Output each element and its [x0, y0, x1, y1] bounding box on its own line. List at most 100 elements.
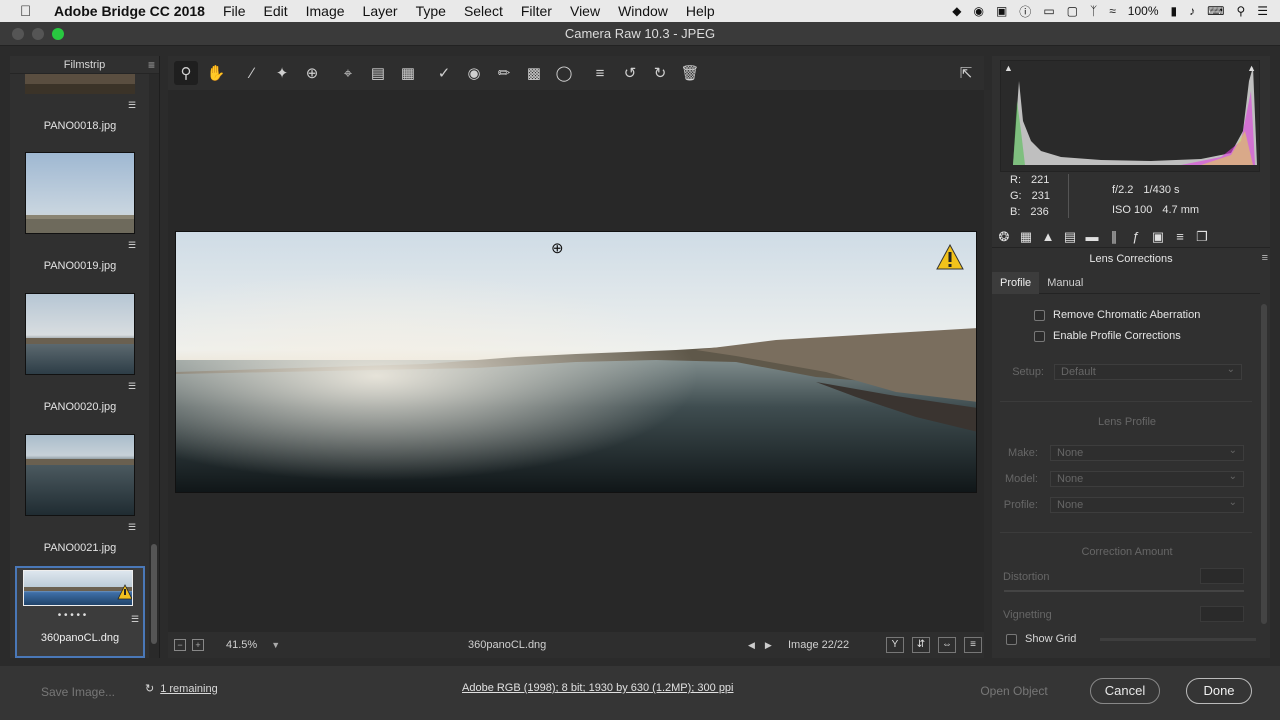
- snapshots-panel-icon[interactable]: ❐: [1194, 229, 1210, 245]
- target-adjustment-icon[interactable]: ⊕: [300, 61, 324, 85]
- adjustment-brush-icon[interactable]: ✏: [492, 61, 516, 85]
- spotlight-search-icon[interactable]: ⚲: [1236, 4, 1245, 18]
- filmstrip-item-pano0018[interactable]: ☰ PANO0018.jpg: [10, 74, 150, 144]
- before-after-toggle[interactable]: Y: [886, 637, 904, 653]
- profile-select[interactable]: None: [1050, 496, 1244, 513]
- menu-window[interactable]: Window: [618, 3, 668, 19]
- preferences-icon[interactable]: ≡: [588, 61, 612, 85]
- filmstrip-menu-icon[interactable]: ≡: [148, 58, 155, 72]
- distortion-slider[interactable]: [1004, 590, 1244, 592]
- make-select[interactable]: None: [1050, 444, 1244, 461]
- dropbox-icon[interactable]: ◆: [952, 4, 961, 18]
- crop-icon[interactable]: ⌖: [336, 61, 360, 85]
- remove-chromatic-aberration-checkbox[interactable]: [1034, 309, 1045, 321]
- copy-settings-icon[interactable]: ⇔: [938, 637, 956, 653]
- battery-icon[interactable]: ▮: [1171, 4, 1178, 18]
- tab-manual[interactable]: Manual: [1039, 272, 1091, 294]
- detail-panel-icon[interactable]: ▲: [1040, 229, 1056, 245]
- close-window-button[interactable]: [12, 28, 24, 40]
- panel-scroll-thumb[interactable]: [1261, 304, 1267, 624]
- hsl-panel-icon[interactable]: ▤: [1062, 229, 1078, 245]
- grid-size-slider[interactable]: [1100, 637, 1257, 641]
- effects-panel-icon[interactable]: ƒ: [1128, 229, 1144, 245]
- radial-filter-icon[interactable]: ◯: [552, 61, 576, 85]
- zoom-tool-icon[interactable]: ⚲: [174, 61, 198, 85]
- minimize-window-button[interactable]: [32, 28, 44, 40]
- creative-cloud-icon[interactable]: ◉: [973, 4, 983, 18]
- fullscreen-toggle-icon[interactable]: ⇱: [954, 61, 978, 85]
- rotate-cw-icon[interactable]: ↻: [648, 61, 672, 85]
- panel-scrollbar[interactable]: [1260, 294, 1268, 624]
- warning-icon[interactable]: [936, 244, 964, 270]
- filmstrip-item-pano0019[interactable]: ☰ PANO0019.jpg: [10, 152, 150, 282]
- filmstrip-item-360panocl[interactable]: • • • • • ☰ 360panoCL.dng: [15, 566, 145, 658]
- keyboard-icon[interactable]: ⌨: [1207, 4, 1224, 18]
- menu-type[interactable]: Type: [416, 3, 446, 19]
- basic-panel-icon[interactable]: ❂: [996, 229, 1012, 245]
- shadow-clipping-icon[interactable]: ▲: [1004, 63, 1013, 73]
- previous-image-icon[interactable]: ◀: [748, 640, 755, 651]
- menu-edit[interactable]: Edit: [264, 3, 288, 19]
- presets-panel-icon[interactable]: ≡: [1172, 229, 1188, 245]
- tab-profile[interactable]: Profile: [992, 272, 1040, 294]
- app-menu[interactable]: Adobe Bridge CC 2018: [54, 3, 205, 19]
- zoom-out-button[interactable]: −: [174, 639, 186, 651]
- cancel-button[interactable]: Cancel: [1090, 678, 1160, 704]
- notification-center-icon[interactable]: ☰: [1257, 4, 1268, 18]
- red-eye-icon[interactable]: ◉: [462, 61, 486, 85]
- transform-icon[interactable]: ▦: [396, 61, 420, 85]
- tone-curve-panel-icon[interactable]: ▦: [1018, 229, 1034, 245]
- distortion-value-box[interactable]: [1200, 568, 1244, 584]
- info-icon[interactable]: ⓘ: [1019, 3, 1031, 20]
- filmstrip-scrollbar[interactable]: [149, 74, 159, 658]
- save-image-button[interactable]: Save Image...: [28, 682, 128, 702]
- zoom-window-button[interactable]: [52, 28, 64, 40]
- remove-chromatic-aberration-row[interactable]: Remove Chromatic Aberration: [1034, 309, 1200, 321]
- rating-dots[interactable]: • • • • •: [17, 610, 127, 621]
- graduated-filter-icon[interactable]: ▩: [522, 61, 546, 85]
- panorama-image[interactable]: ⊕: [175, 231, 977, 493]
- menu-view[interactable]: View: [570, 3, 600, 19]
- app-status-icon[interactable]: ▣: [996, 4, 1007, 18]
- show-grid-checkbox[interactable]: [1006, 633, 1017, 645]
- view-settings-icon[interactable]: ≡: [964, 637, 982, 653]
- done-button[interactable]: Done: [1186, 678, 1252, 704]
- menu-file[interactable]: File: [223, 3, 246, 19]
- show-grid-row[interactable]: Show Grid: [1006, 633, 1257, 645]
- zoom-dropdown-icon[interactable]: ▼: [271, 640, 280, 650]
- filmstrip-item-pano0021[interactable]: ☰ PANO0021.jpg: [10, 434, 150, 564]
- model-select[interactable]: None: [1050, 470, 1244, 487]
- color-sampler-icon[interactable]: ✦: [270, 61, 294, 85]
- menu-image[interactable]: Image: [306, 3, 345, 19]
- workflow-options-link[interactable]: Adobe RGB (1998); 8 bit; 1930 by 630 (1.…: [462, 682, 734, 694]
- lens-corrections-panel-icon[interactable]: ∥: [1106, 229, 1122, 245]
- image-preview-area[interactable]: ⊕: [168, 90, 984, 632]
- menu-filter[interactable]: Filter: [521, 3, 552, 19]
- bluetooth-icon[interactable]: ᛉ: [1090, 4, 1097, 18]
- display-icon[interactable]: ▢: [1067, 4, 1078, 18]
- menu-select[interactable]: Select: [464, 3, 503, 19]
- filmstrip-scroll-thumb[interactable]: [151, 544, 157, 644]
- volume-icon[interactable]: ♪: [1189, 4, 1195, 18]
- swap-settings-icon[interactable]: ⇵: [912, 637, 930, 653]
- camera-calibration-panel-icon[interactable]: ▣: [1150, 229, 1166, 245]
- remaining-link[interactable]: 1 remaining: [160, 683, 217, 695]
- trash-icon[interactable]: 🗑: [678, 61, 702, 85]
- apple-menu-icon[interactable]: : [20, 3, 38, 20]
- white-balance-icon[interactable]: ∕: [240, 61, 264, 85]
- zoom-in-button[interactable]: +: [192, 639, 204, 651]
- split-toning-panel-icon[interactable]: ▬: [1084, 229, 1100, 245]
- next-image-icon[interactable]: ▶: [765, 640, 772, 651]
- enable-profile-corrections-checkbox[interactable]: [1034, 330, 1045, 342]
- spot-removal-icon[interactable]: ✓: [432, 61, 456, 85]
- filmstrip-item-pano0020[interactable]: ☰ PANO0020.jpg: [10, 293, 150, 423]
- panel-menu-icon[interactable]: ≡: [1262, 252, 1268, 264]
- enable-profile-corrections-row[interactable]: Enable Profile Corrections: [1034, 330, 1181, 342]
- wifi-icon[interactable]: ≈: [1109, 4, 1116, 18]
- rotate-ccw-icon[interactable]: ↺: [618, 61, 642, 85]
- menu-layer[interactable]: Layer: [363, 3, 398, 19]
- airplay-icon[interactable]: ▭: [1043, 4, 1054, 18]
- zoom-level[interactable]: 41.5%: [226, 639, 257, 651]
- straighten-icon[interactable]: ▤: [366, 61, 390, 85]
- setup-select[interactable]: Default: [1054, 363, 1242, 380]
